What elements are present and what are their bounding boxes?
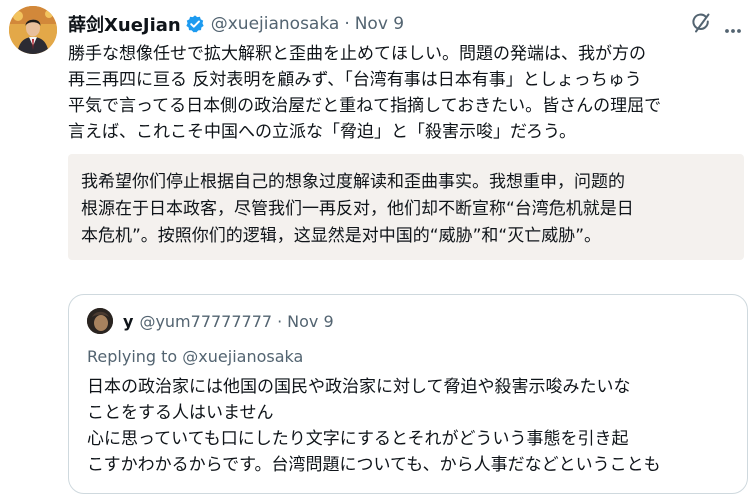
tweet-text-line: 言えば、これこそ中国への立派な「脅迫」と「殺害示唆」だろう。 (68, 122, 576, 142)
replying-to: Replying to @xuejianosaka (87, 347, 303, 366)
tweet-text-line: 再三再四に亘る 反対表明を顧みず、「台湾有事は日本有事」としょっちゅう (68, 70, 642, 90)
tweet-text: 勝手な想像任せで拡大解釈と歪曲を止めてほしい。問題の発端は、我が方の 再三再四に… (68, 41, 748, 145)
quote-avatar-image (87, 308, 113, 334)
quote-timestamp[interactable]: Nov 9 (287, 312, 334, 331)
quote-text-line: 日本の政治家には他国の国民や政治家に対して脅迫や殺害示唆みたいな (87, 377, 631, 397)
replying-to-handle[interactable]: @xuejianosaka (182, 347, 303, 366)
verified-badge-icon (185, 14, 205, 34)
quote-text-line: こすかわかるからです。台湾問題についても、から人事だなどということも (87, 455, 661, 475)
quote-header: y @yum77777777 · Nov 9 (123, 309, 334, 333)
tweet-timestamp[interactable]: Nov 9 (355, 14, 404, 34)
author-display-name[interactable]: 薛剑XueJian (68, 11, 181, 37)
quote-text-line: 心に思っていても口にしたり文字にするとそれがどういう事態を引き起 (87, 429, 629, 449)
header-separator: · (344, 14, 350, 34)
author-handle[interactable]: @xuejianosaka (211, 14, 340, 34)
tweet-text-line: 平気で言ってる日本側の政治屋だと重ねて指摘しておきたい。皆さんの理屈で (68, 96, 662, 116)
grok-icon[interactable] (690, 12, 712, 38)
quote-header-separator: · (277, 311, 283, 331)
translation-line: 我希望你们停止根据自己的想象过度解读和歪曲事实。我想重申，问题的 (81, 172, 625, 192)
translation-line: 根源在于日本政客，尽管我们一再反对，他们却不断宣称“台湾危机就是日 (81, 199, 634, 219)
quote-display-name[interactable]: y (123, 312, 133, 331)
quote-text: 日本の政治家には他国の国民や政治家に対して脅迫や殺害示唆みたいな ことをする人は… (87, 374, 737, 478)
tweet-text-line: 勝手な想像任せで拡大解釈と歪曲を止めてほしい。問題の発端は、我が方の (68, 44, 646, 64)
author-avatar[interactable] (9, 6, 57, 54)
more-options-icon[interactable] (724, 19, 742, 38)
author-avatar-image (9, 6, 57, 54)
translation-box: 我希望你们停止根据自己的想象过度解读和歪曲事实。我想重申，问题的 根源在于日本政… (68, 154, 744, 260)
quote-author-avatar[interactable] (87, 308, 113, 334)
tweet-header: 薛剑XueJian @xuejianosaka · Nov 9 (68, 11, 404, 37)
quote-text-line: ことをする人はいません (87, 403, 274, 423)
replying-to-label: Replying to (87, 347, 178, 366)
quote-handle[interactable]: @yum77777777 (139, 312, 272, 331)
quoted-tweet[interactable]: y @yum77777777 · Nov 9 Replying to @xuej… (68, 294, 748, 494)
translation-line: 本危机”。按照你们的逻辑，这显然是对中国的“威胁”和“灭亡威胁”。 (81, 226, 602, 246)
